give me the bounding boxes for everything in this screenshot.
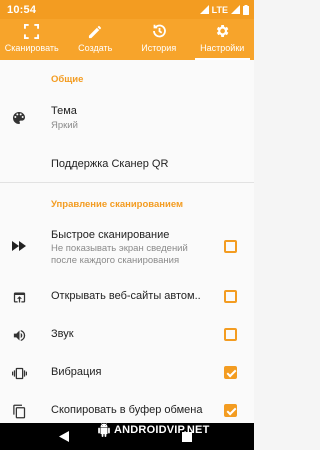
setting-support-title: Поддержка Сканер QR bbox=[51, 158, 169, 170]
setting-theme-value: Яркий bbox=[51, 120, 78, 131]
sound-checkbox[interactable] bbox=[224, 328, 237, 341]
tab-scan-label: Сканировать bbox=[4, 43, 59, 53]
nav-back-button[interactable] bbox=[55, 423, 73, 450]
open-websites-checkbox[interactable] bbox=[224, 290, 237, 303]
setting-fast-scan-title: Быстрое сканирование bbox=[51, 229, 170, 241]
copy-clipboard-checkbox[interactable] bbox=[224, 404, 237, 417]
watermark: ANDROIDVIP.NET bbox=[97, 421, 210, 439]
watermark-text: ANDROIDVIP.NET bbox=[114, 424, 210, 436]
tab-settings[interactable]: Настройки bbox=[191, 19, 255, 60]
section-header-scan-control: Управление сканированием bbox=[51, 199, 184, 210]
network-type: LTE bbox=[211, 4, 228, 15]
tab-create-label: Создать bbox=[78, 43, 113, 53]
setting-copy-clipboard-title: Скопировать в буфер обмена bbox=[51, 404, 203, 416]
status-bar: 10:54 LTE bbox=[0, 0, 254, 19]
signal-strength-icon bbox=[231, 5, 240, 14]
pencil-icon bbox=[86, 22, 104, 40]
setting-open-websites[interactable]: Открывать веб-сайты автом.. bbox=[0, 278, 254, 316]
setting-fast-scan-subtitle: Не показывать экран сведений после каждо… bbox=[51, 243, 188, 266]
speaker-icon bbox=[11, 327, 27, 343]
setting-theme[interactable]: Тема Яркий bbox=[0, 98, 254, 140]
tab-settings-label: Настройки bbox=[200, 43, 245, 53]
setting-vibration[interactable]: Вибрация bbox=[0, 354, 254, 392]
tab-bar: Сканировать Создать История Настройки bbox=[0, 19, 254, 60]
tab-create[interactable]: Создать bbox=[64, 19, 128, 60]
setting-support[interactable]: Поддержка Сканер QR bbox=[0, 148, 254, 180]
settings-list: Общие Тема Яркий Поддержка Сканер QR Упр… bbox=[0, 60, 254, 423]
gear-icon bbox=[213, 22, 231, 40]
palette-icon bbox=[11, 110, 27, 126]
setting-sound[interactable]: Звук bbox=[0, 316, 254, 354]
section-divider bbox=[0, 182, 254, 183]
section-header-general: Общие bbox=[51, 74, 84, 85]
fast-scan-checkbox[interactable] bbox=[224, 240, 237, 253]
setting-theme-title: Тема bbox=[51, 105, 77, 117]
setting-fast-scan[interactable]: Быстрое сканирование Не показывать экран… bbox=[0, 224, 254, 272]
setting-vibration-title: Вибрация bbox=[51, 366, 102, 378]
back-triangle-icon bbox=[59, 431, 69, 442]
battery-icon bbox=[243, 4, 249, 15]
tab-scan[interactable]: Сканировать bbox=[0, 19, 64, 60]
fast-forward-icon bbox=[11, 238, 27, 254]
signal-icon bbox=[199, 5, 209, 14]
status-time: 10:54 bbox=[7, 3, 37, 16]
tab-history-label: История bbox=[141, 43, 177, 53]
setting-sound-title: Звук bbox=[51, 328, 74, 340]
vibration-icon bbox=[11, 365, 27, 381]
scan-frame-icon bbox=[23, 22, 41, 40]
vibration-checkbox[interactable] bbox=[224, 366, 237, 379]
android-robot-icon bbox=[98, 423, 110, 437]
setting-copy-clipboard[interactable]: Скопировать в буфер обмена bbox=[0, 392, 254, 423]
copy-icon bbox=[11, 403, 27, 419]
setting-open-websites-title: Открывать веб-сайты автом.. bbox=[51, 290, 201, 302]
status-icons: LTE bbox=[199, 4, 249, 15]
open-in-browser-icon bbox=[11, 289, 27, 305]
history-icon bbox=[150, 22, 168, 40]
tab-history[interactable]: История bbox=[127, 19, 191, 60]
